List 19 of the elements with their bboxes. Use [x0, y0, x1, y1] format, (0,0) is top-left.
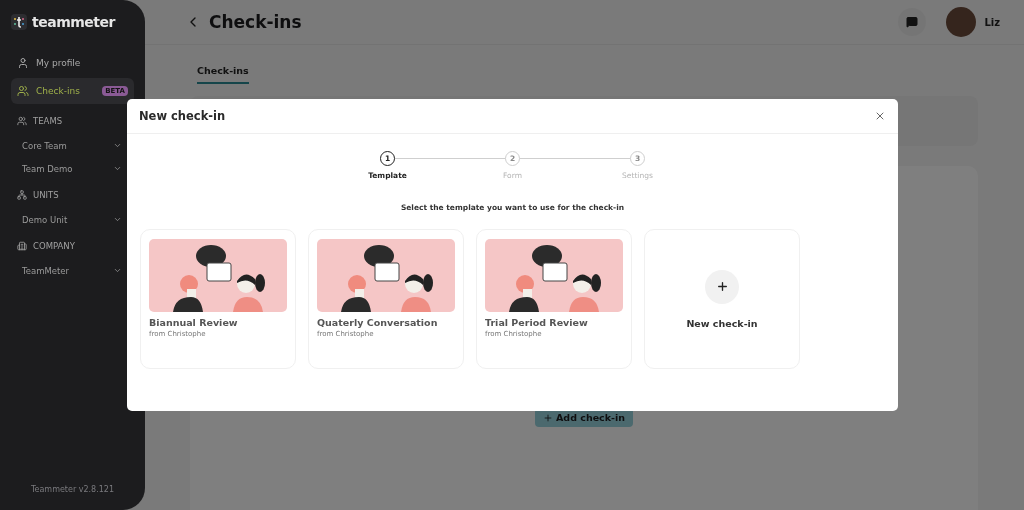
- new-template-title: New check-in: [686, 317, 758, 329]
- tab[interactable]: Check-ins: [197, 59, 249, 84]
- sidebar-item[interactable]: Core Team: [11, 134, 134, 157]
- sidebar-item[interactable]: My profile: [11, 50, 134, 76]
- logo-text: teammeter: [32, 14, 115, 30]
- template-title: Trial Period Review: [485, 317, 589, 328]
- new-template-card[interactable]: New check-in: [644, 229, 800, 369]
- sidebar-item[interactable]: Team Demo: [11, 157, 134, 180]
- section-heading: COMPANY: [33, 241, 75, 251]
- template-title: Quaterly Conversation: [317, 317, 439, 328]
- modal-title: New check-in: [139, 109, 226, 123]
- page-title: Check-ins: [209, 12, 303, 32]
- sidebar-item[interactable]: Demo Unit: [11, 208, 134, 231]
- section-heading: UNITS: [33, 190, 59, 200]
- user-name: Liz: [984, 16, 1000, 28]
- template-title: Biannual Review: [149, 317, 239, 328]
- version-text: Teammeter v2.8.121: [30, 485, 115, 494]
- sidebar-item[interactable]: TeamMeter: [11, 259, 134, 282]
- section-heading: TEAMS: [33, 116, 63, 126]
